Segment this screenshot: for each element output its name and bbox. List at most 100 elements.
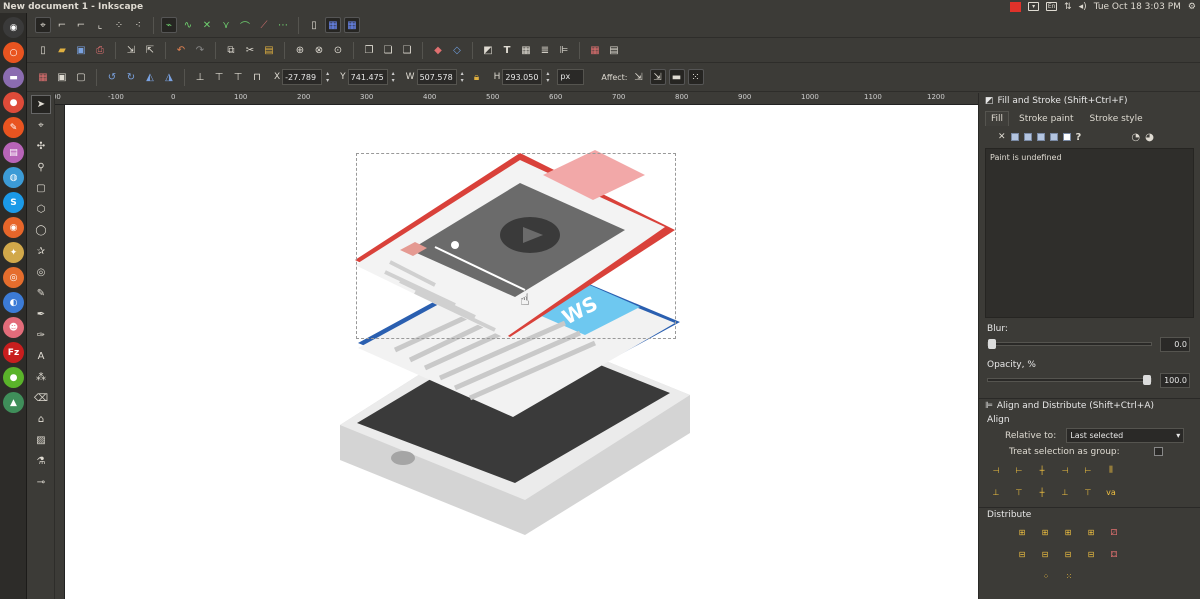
text-tool-icon[interactable]: A xyxy=(31,347,51,366)
align-bottom-to-top-icon[interactable]: ⊥ xyxy=(989,486,1003,499)
import-icon[interactable]: ⇲ xyxy=(123,42,139,58)
snap-smooth-icon[interactable]: ⌒ xyxy=(237,17,253,33)
clock[interactable]: Tue Oct 18 3:03 PM xyxy=(1094,2,1181,12)
language-indicator[interactable]: En xyxy=(1046,2,1058,11)
document-properties-icon[interactable]: ▦ xyxy=(587,42,603,58)
copy-icon[interactable]: ⧉ xyxy=(223,42,239,58)
skype-icon[interactable]: S xyxy=(3,192,24,213)
system-gear-icon[interactable]: ⚙ xyxy=(1188,2,1196,12)
w-input[interactable] xyxy=(416,69,457,85)
spiral-tool-icon[interactable]: ◎ xyxy=(31,263,51,282)
tweak-tool-icon[interactable]: ✣ xyxy=(31,137,51,156)
network-icon[interactable]: ◐ xyxy=(3,292,24,313)
select-all-icon[interactable]: ▦ xyxy=(35,69,51,85)
zoom-page-icon[interactable]: ⊙ xyxy=(330,42,346,58)
flat-color-icon[interactable] xyxy=(1010,133,1019,141)
fill-stroke-icon[interactable]: ◩ xyxy=(480,42,496,58)
h-input[interactable] xyxy=(502,69,543,85)
evenodd-icon[interactable]: ◔ xyxy=(1131,132,1140,143)
distribute-bottom-icon[interactable]: ⊟ xyxy=(1061,548,1075,561)
filezilla-icon[interactable]: Fz xyxy=(3,342,24,363)
distribute-gaps-h-icon[interactable]: ⊞ xyxy=(1084,526,1098,539)
document-viewer-icon[interactable]: ▤ xyxy=(3,142,24,163)
move-patterns-icon[interactable]: ⁙ xyxy=(687,69,704,85)
user-icon[interactable]: ☻ xyxy=(3,317,24,338)
3d-box-tool-icon[interactable]: ⬡ xyxy=(31,200,51,219)
sound-icon[interactable]: ◂) xyxy=(1079,2,1087,12)
h-spin-icon[interactable]: ▴ ▾ xyxy=(544,70,551,84)
redo-icon[interactable]: ↷ xyxy=(192,42,208,58)
align-right-edges-icon[interactable]: ⊣ xyxy=(1058,464,1072,477)
notes-icon[interactable]: ✎ xyxy=(3,117,24,138)
rotate-cw-icon[interactable]: ↻ xyxy=(123,69,139,85)
snap-paths-icon[interactable]: ∿ xyxy=(180,17,196,33)
center-horizontal-axis-icon[interactable]: ┼ xyxy=(1035,486,1049,499)
distribute-left-icon[interactable]: ⊞ xyxy=(1015,526,1029,539)
open-icon[interactable]: ▰ xyxy=(54,42,70,58)
distribute-top-icon[interactable]: ⊟ xyxy=(1015,548,1029,561)
ellipse-tool-icon[interactable]: ◯ xyxy=(31,221,51,240)
pencil-tool-icon[interactable]: ✎ xyxy=(31,284,51,303)
globe-icon[interactable]: ◍ xyxy=(3,167,24,188)
raise-icon[interactable]: ⊤ xyxy=(230,69,246,85)
align-text-anchors-icon[interactable]: ⫼ xyxy=(1104,464,1118,477)
layers-icon[interactable]: ≣ xyxy=(537,42,553,58)
cut-icon[interactable]: ✂ xyxy=(242,42,258,58)
x-input[interactable] xyxy=(282,69,323,85)
blur-value[interactable]: 0.0 xyxy=(1160,336,1190,352)
select-tool-icon[interactable]: ➤ xyxy=(31,95,51,114)
remove-overlaps-icon[interactable]: ⁘ xyxy=(1039,570,1053,583)
linear-gradient-icon[interactable] xyxy=(1023,133,1032,141)
relative-to-select[interactable]: Last selected ▾ xyxy=(1066,428,1185,443)
x-spin-icon[interactable]: ▴ ▾ xyxy=(324,70,331,84)
node-tool-icon[interactable]: ⌖ xyxy=(31,116,51,135)
w-spin-icon[interactable]: ▴ ▾ xyxy=(459,70,466,84)
text-font-icon[interactable]: T xyxy=(499,42,515,58)
zoom-selection-icon[interactable]: ⊕ xyxy=(292,42,308,58)
drawing-canvas[interactable]: WS ☝ xyxy=(65,105,978,599)
align-bottom-edges-icon[interactable]: ⊥ xyxy=(1058,486,1072,499)
tab-stroke-style[interactable]: Stroke style xyxy=(1084,111,1149,126)
snap-bbox-corners-icon[interactable]: ⌞ xyxy=(92,17,108,33)
snap-midpoints-icon[interactable]: ⁘ xyxy=(111,17,127,33)
distribute-right-icon[interactable]: ⊞ xyxy=(1061,526,1075,539)
new-document-icon[interactable]: ▯ xyxy=(35,42,51,58)
align-left-edges-icon[interactable]: ⊢ xyxy=(1012,464,1026,477)
selection-bounding-box[interactable] xyxy=(356,153,676,339)
align-right-to-left-icon[interactable]: ⊣ xyxy=(989,464,1003,477)
lock-ratio-icon[interactable]: 🔒︎ xyxy=(469,69,485,85)
settings-tool-icon[interactable]: ✦ xyxy=(3,242,24,263)
dropbox-indicator-icon[interactable]: ▾ xyxy=(1028,2,1040,11)
snap-bbox-edges-icon[interactable]: ⌐ xyxy=(73,17,89,33)
xml-editor-icon[interactable]: ▦ xyxy=(518,42,534,58)
lower-icon[interactable]: ⊤ xyxy=(211,69,227,85)
calligraphy-tool-icon[interactable]: ✒ xyxy=(31,305,51,324)
dash-home-icon[interactable]: ◉ xyxy=(3,17,24,38)
deselect-icon[interactable]: ▢ xyxy=(73,69,89,85)
preferences-icon[interactable]: ▤ xyxy=(606,42,622,58)
ubuntu-software-icon[interactable]: ○ xyxy=(3,42,24,63)
save-icon[interactable]: ▣ xyxy=(73,42,89,58)
select-all-layers-icon[interactable]: ▣ xyxy=(54,69,70,85)
snap-intersections-icon[interactable]: ✕ xyxy=(199,17,215,33)
fill-stroke-header[interactable]: ◩ Fill and Stroke (Shift+Ctrl+F) xyxy=(979,93,1200,108)
scale-corners-icon[interactable]: ⇲ xyxy=(649,69,666,85)
snap-grids-icon[interactable]: ▦ xyxy=(325,17,341,33)
snap-nodes-icon[interactable]: ⌁ xyxy=(161,17,177,33)
treat-group-checkbox[interactable] xyxy=(1153,447,1163,456)
align-top-to-bottom-icon[interactable]: ⊤ xyxy=(1081,486,1095,499)
files-icon[interactable]: ▬ xyxy=(3,67,24,88)
distribute-center-h-icon[interactable]: ⊞ xyxy=(1038,526,1052,539)
duplicate-icon[interactable]: ❐ xyxy=(361,42,377,58)
center-vertical-axis-icon[interactable]: ┼ xyxy=(1035,464,1049,477)
align-header[interactable]: ⊫ Align and Distribute (Shift+Ctrl+A) xyxy=(979,398,1200,413)
move-gradients-icon[interactable]: ▬ xyxy=(668,69,685,85)
image-viewer-icon[interactable]: ▲ xyxy=(3,392,24,413)
snap-line-mid-icon[interactable]: ⟋ xyxy=(256,17,272,33)
clone-icon[interactable]: ❏ xyxy=(380,42,396,58)
randomize-icon[interactable]: ⚂ xyxy=(1107,526,1121,539)
no-paint-icon[interactable]: ✕ xyxy=(998,132,1006,142)
recording-indicator-icon[interactable] xyxy=(1010,1,1022,12)
swatch-icon[interactable] xyxy=(1062,133,1071,141)
nonzero-icon[interactable]: ◕ xyxy=(1145,132,1154,143)
